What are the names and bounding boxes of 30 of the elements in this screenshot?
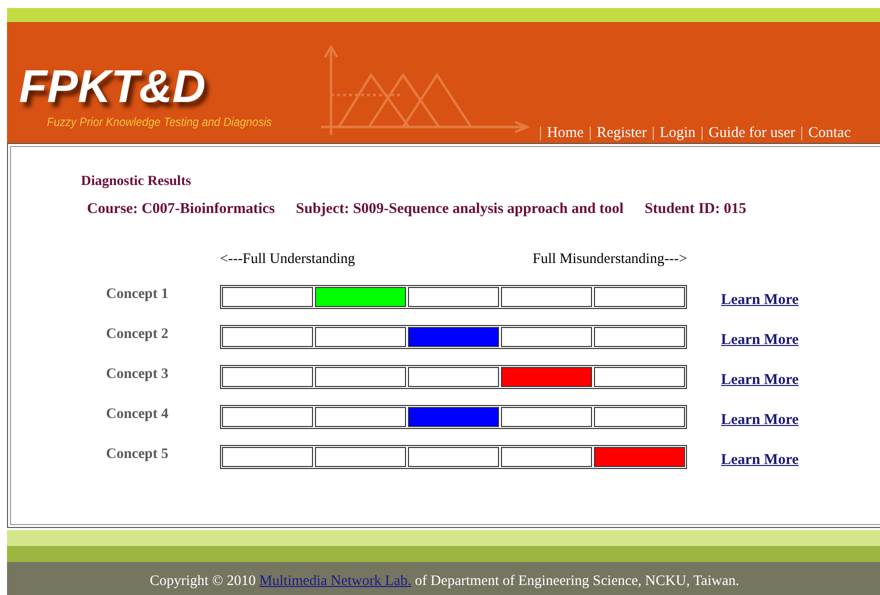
nav-separator: | xyxy=(652,125,655,142)
copyright-text: Copyright © 2010 Multimedia Network Lab. of Department of Engineering Science, NCKU, Taiwan. xyxy=(150,573,740,590)
concept-label: Concept 1 xyxy=(105,286,170,303)
learn-more-link[interactable]: Learn More xyxy=(721,372,799,389)
site-logo: FPKT&D xyxy=(19,63,206,109)
scale-left-label: <---Full Understanding xyxy=(220,251,356,268)
learn-more-link[interactable]: Learn More xyxy=(721,332,799,349)
learn-more-link[interactable]: Learn More xyxy=(721,292,799,309)
site-tagline: Fuzzy Prior Knowledge Testing and Diagnosis xyxy=(47,115,273,129)
nav-link[interactable]: Contac xyxy=(808,125,851,142)
concept-label: Concept 4 xyxy=(105,406,170,423)
nav-link[interactable]: Guide for user xyxy=(708,125,796,142)
section-title: Diagnostic Results xyxy=(81,174,192,189)
nav-separator: | xyxy=(800,125,804,142)
nav-separator: | xyxy=(588,125,592,142)
nav-separator: | xyxy=(539,125,542,142)
concept-label: Concept 2 xyxy=(105,326,170,343)
nav-link[interactable]: Register xyxy=(596,125,647,142)
subject-label: Subject: S009-Sequence analysis approach and tool xyxy=(296,201,624,218)
student-id-label: Student ID: 015 xyxy=(644,201,746,218)
learn-more-link[interactable]: Learn More xyxy=(721,452,799,469)
scale-right-label: Full Misunderstanding---> xyxy=(532,251,687,268)
concept-label: Concept 3 xyxy=(105,366,170,383)
concept-label: Concept 5 xyxy=(105,446,170,463)
lab-link[interactable]: Multimedia Network Lab. xyxy=(259,573,412,589)
nav-link[interactable]: Login xyxy=(660,125,696,142)
nav-separator: | xyxy=(700,125,704,142)
course-label: Course: C007-Bioinformatics xyxy=(87,201,275,218)
learn-more-link[interactable]: Learn More xyxy=(721,412,799,429)
nav-link[interactable]: Home xyxy=(547,125,584,142)
